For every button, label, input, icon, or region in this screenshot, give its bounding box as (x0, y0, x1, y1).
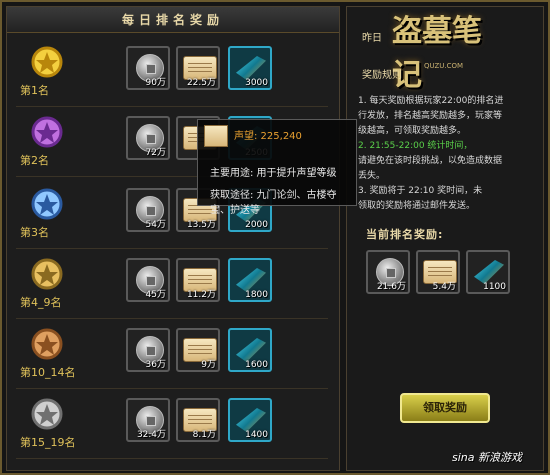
reward-quantity: 13.5万 (186, 220, 216, 230)
reward-quantity: 32.4万 (136, 430, 166, 440)
coin-reward-slot[interactable]: 54万 (126, 188, 170, 232)
reward-quantity: 3000 (245, 78, 268, 88)
reward-quantity: 54万 (145, 220, 166, 230)
reputation-reward-slot[interactable]: 11.2万 (176, 258, 220, 302)
shovel-icon (236, 268, 266, 292)
shovel-icon (236, 408, 266, 432)
item-reward-slot[interactable]: 3000 (228, 46, 272, 90)
current-reputation-reward[interactable]: 5.4万 (416, 250, 460, 294)
rules-line: 丢失。 (358, 171, 386, 181)
reward-quantity: 1800 (245, 290, 268, 300)
panel-title: 每日排名奖励 (7, 7, 339, 33)
tooltip-source: 获取途径: 九门论剑、古楼夺宝、护送等 (210, 190, 337, 216)
tooltip-item-name: 声望: 225,240 (234, 131, 302, 142)
rank-label: 第10_14名 (20, 366, 76, 379)
sina-watermark: sina 新浪游戏 (452, 451, 522, 464)
scroll-icon (204, 125, 228, 147)
rank-label: 第15_19名 (20, 436, 76, 449)
coin-reward-slot[interactable]: 90万 (126, 46, 170, 90)
rules-line: 行发放，排名越高奖励越多，玩家等 (358, 111, 503, 121)
current-rank-rewards-title: 当前排名奖励: (366, 228, 444, 241)
reward-quantity: 45万 (145, 290, 166, 300)
yesterday-label: 昨日 (362, 33, 382, 44)
logo-url: QUZU.COM (424, 62, 464, 70)
shovel-icon (474, 260, 504, 284)
rank-medal-icon (26, 394, 68, 432)
reward-quantity: 90万 (145, 78, 166, 88)
reward-quantity: 22.5万 (186, 78, 216, 88)
reward-quantity: 11.2万 (186, 290, 216, 300)
coin-reward-slot[interactable]: 72万 (126, 116, 170, 160)
reward-quantity: 8.1万 (192, 430, 216, 440)
reward-quantity: 2000 (245, 220, 268, 230)
tooltip-usage: 主要用途: 用于提升声望等级 (210, 168, 337, 179)
row-divider (16, 388, 328, 389)
reward-quantity: 1600 (245, 360, 268, 370)
rules-line: 级越高，可领取奖励越多。 (358, 126, 467, 136)
reputation-reward-slot[interactable]: 9万 (176, 328, 220, 372)
rules-text: 1. 每天奖励根据玩家22:00的排名进 行发放，排名越高奖励越多，玩家等 级越… (358, 94, 540, 214)
row-divider (16, 318, 328, 319)
rank-row: 第1名 90万 22.5万 3000 (8, 40, 336, 107)
reward-quantity: 72万 (145, 148, 166, 158)
current-item-reward[interactable]: 1100 (466, 250, 510, 294)
item-reward-slot[interactable]: 1800 (228, 258, 272, 302)
row-divider (16, 248, 328, 249)
reward-quantity: 9万 (201, 360, 216, 370)
reward-quantity: 36万 (145, 360, 166, 370)
rules-line: 1. 每天奖励根据玩家22:00的排名进 (358, 96, 504, 106)
rank-medal-icon (26, 254, 68, 292)
rank-medal-icon (26, 324, 68, 362)
reward-rules-title: 奖励规则 (362, 70, 402, 81)
reward-quantity: 1400 (245, 430, 268, 440)
rank-row: 第10_14名 36万 9万 1600 (8, 322, 336, 389)
row-divider (16, 458, 328, 459)
item-reward-slot[interactable]: 1600 (228, 328, 272, 372)
coin-reward-slot[interactable]: 32.4万 (126, 398, 170, 442)
claim-reward-button[interactable]: 领取奖励 (400, 393, 490, 423)
rank-label: 第4_9名 (20, 296, 62, 309)
reputation-reward-slot[interactable]: 22.5万 (176, 46, 220, 90)
rank-label: 第2名 (20, 154, 49, 167)
coin-reward-slot[interactable]: 36万 (126, 328, 170, 372)
rank-medal-icon (26, 184, 68, 222)
shovel-icon (236, 338, 266, 362)
current-coin-reward[interactable]: 21.6万 (366, 250, 410, 294)
rank-medal-icon (26, 112, 68, 150)
rank-label: 第1名 (20, 84, 49, 97)
rank-medal-icon (26, 42, 68, 80)
rules-line: 3. 奖励将于 22:10 奖时间，未 (358, 186, 483, 196)
rank-label: 第3名 (20, 226, 49, 239)
reputation-reward-slot[interactable]: 8.1万 (176, 398, 220, 442)
shovel-icon (236, 56, 266, 80)
rules-line: 2. 21:55-22:00 统计时间， (358, 141, 473, 151)
rank-row: 第15_19名 32.4万 8.1万 1400 (8, 392, 336, 459)
rank-row: 第4_9名 45万 11.2万 1800 (8, 252, 336, 319)
row-divider (16, 106, 328, 107)
coin-reward-slot[interactable]: 45万 (126, 258, 170, 302)
item-reward-slot[interactable]: 1400 (228, 398, 272, 442)
rules-line: 请避免在该时段挑战，以免造成数据 (358, 156, 503, 166)
item-tooltip: 声望: 225,240 主要用途: 用于提升声望等级 获取途径: 九门论剑、古楼… (197, 119, 357, 216)
rules-line: 领取的奖励将通过邮件发送。 (358, 201, 476, 211)
